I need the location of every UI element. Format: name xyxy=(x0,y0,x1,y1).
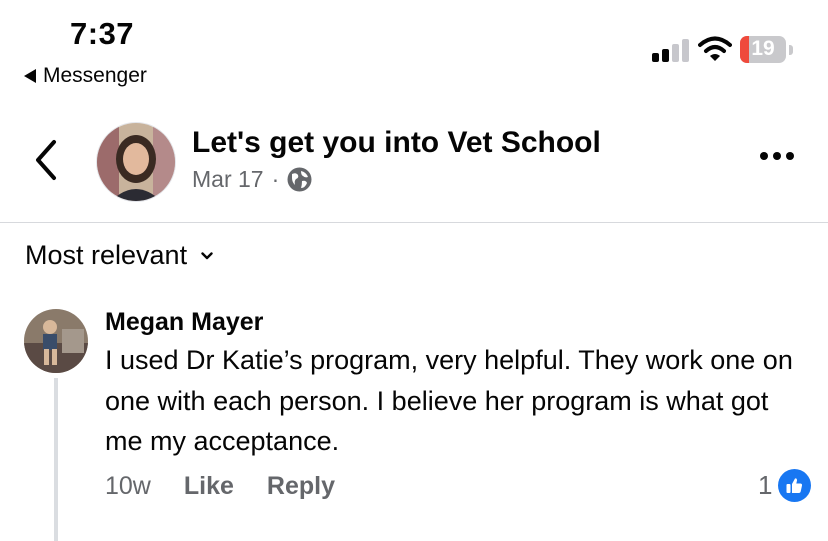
like-button[interactable]: Like xyxy=(184,472,234,501)
back-app-label: Messenger xyxy=(43,64,147,87)
reply-thread-line xyxy=(54,378,58,541)
post-date: Mar 17 xyxy=(192,166,264,192)
battery-level: 19 xyxy=(751,37,775,60)
comment-time[interactable]: 10w xyxy=(105,472,151,501)
status-time: 7:37 xyxy=(70,16,135,51)
sort-dropdown[interactable]: Most relevant xyxy=(25,240,213,271)
back-chevron-icon[interactable] xyxy=(26,136,66,184)
post-meta: Mar 17 · xyxy=(192,166,312,193)
commenter-avatar[interactable] xyxy=(24,309,88,373)
back-to-messenger[interactable]: Messenger xyxy=(24,64,147,88)
reaction-summary[interactable]: 1 xyxy=(758,469,812,502)
page-avatar-image xyxy=(97,123,175,201)
comment-text: I used Dr Katie’s program, very helpful.… xyxy=(105,345,793,456)
battery-cap xyxy=(789,45,793,55)
reaction-count: 1 xyxy=(758,470,773,500)
meta-separator: · xyxy=(271,166,280,192)
reply-button[interactable]: Reply xyxy=(267,472,335,501)
header-divider xyxy=(0,222,828,223)
commenter-avatar-image xyxy=(24,309,88,373)
like-thumb-icon xyxy=(778,469,812,502)
page-title[interactable]: Let's get you into Vet School xyxy=(192,126,601,160)
comment-author[interactable]: Megan Mayer xyxy=(105,308,263,337)
back-triangle-icon xyxy=(24,69,36,83)
battery-icon: 19 xyxy=(740,36,786,63)
wifi-icon xyxy=(698,36,732,61)
sort-label: Most relevant xyxy=(25,240,188,270)
page-avatar[interactable] xyxy=(96,122,176,202)
cellular-signal-icon xyxy=(652,38,690,62)
chevron-down-icon xyxy=(201,251,213,259)
comment-actions: 10w Like Reply xyxy=(105,472,368,501)
more-options-icon[interactable] xyxy=(760,152,794,160)
globe-icon xyxy=(287,167,312,192)
